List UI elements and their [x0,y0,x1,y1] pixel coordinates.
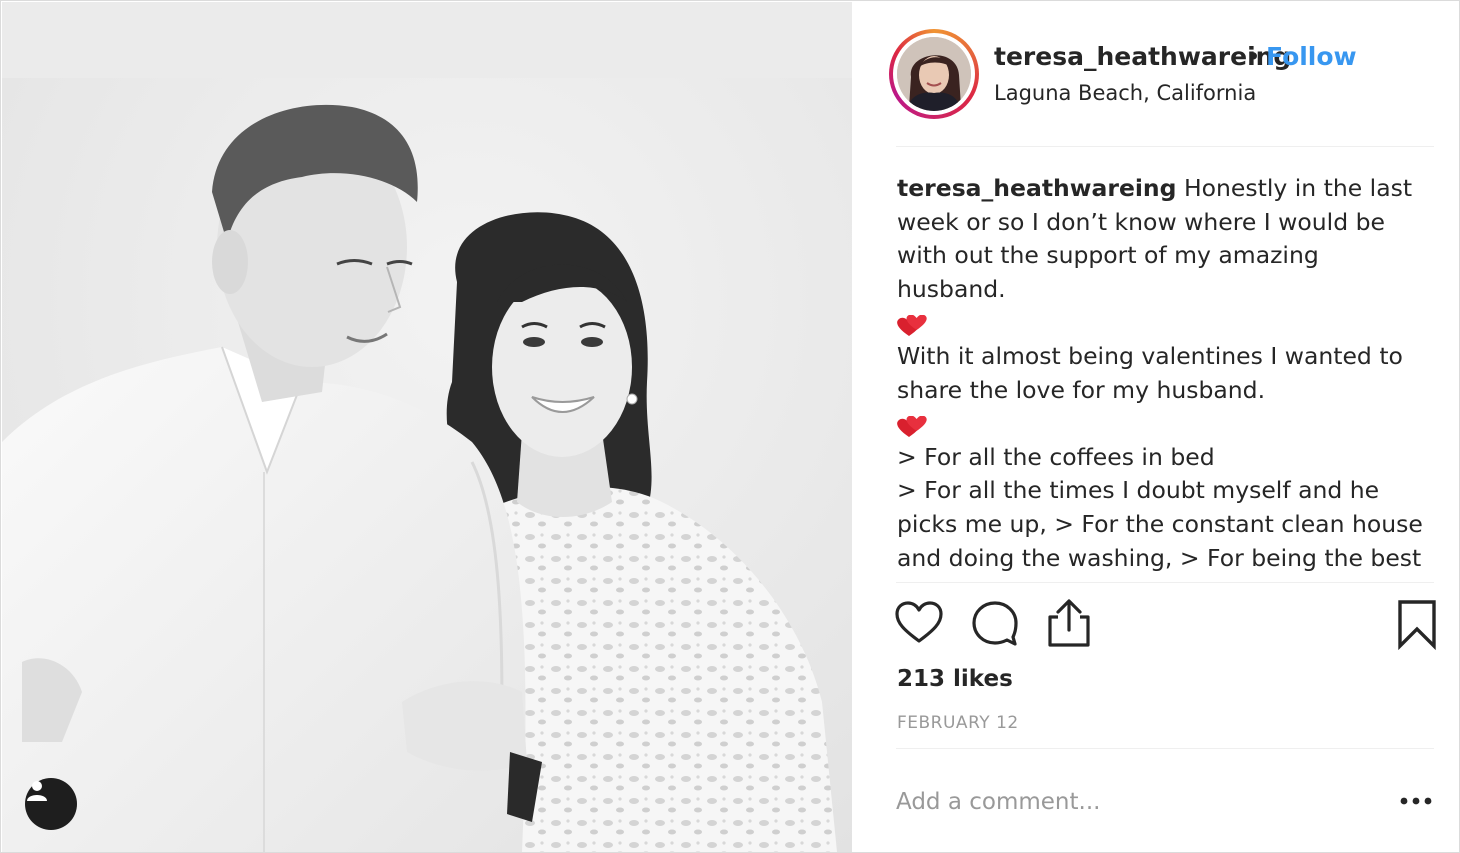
caption: teresa_heathwareing Honestly in the last… [897,172,1432,580]
two-hearts-icon [897,306,1432,340]
avatar-image [897,37,971,111]
post-date[interactable]: FEBRUARY 12 [897,713,1019,733]
like-button[interactable] [894,598,944,652]
heart-icon [895,601,943,643]
caption-line: husband. [897,274,1006,303]
location-link[interactable]: Laguna Beach, California [994,81,1256,105]
save-button[interactable] [1392,598,1442,652]
likes-count[interactable]: 213 likes [897,666,1013,692]
post-header: teresa_heathwareing • Follow Laguna Beac… [852,2,1459,147]
caption-line: and doing the washing, > For being the b… [897,543,1422,572]
caption-username[interactable]: teresa_heathwareing [897,174,1177,202]
share-icon [1048,599,1090,647]
more-options-icon [1400,797,1432,805]
avatar[interactable] [889,29,979,119]
caption-text: Honestly in the last [1176,174,1413,202]
caption-line: picks me up, > For the constant clean ho… [897,509,1423,538]
action-bar [852,598,1459,658]
more-options-button[interactable] [1396,786,1436,816]
follow-button[interactable]: Follow [1266,42,1357,71]
caption-line: With it almost being valentines I wanted… [897,341,1403,370]
profile-photo-icon [897,37,971,111]
post-photo[interactable] [2,2,852,852]
user-tag-button[interactable] [25,778,77,830]
caption-line: with out the support of my amazing [897,241,1319,270]
caption-line: > For all the times I doubt myself and h… [897,476,1380,505]
header-divider [896,146,1434,147]
comment-box [896,770,1434,836]
caption-line: > For all the coffees in bed [897,442,1215,471]
post-side-panel: teresa_heathwareing • Follow Laguna Beac… [852,2,1459,852]
avatar-frame [893,33,975,115]
user-tag-icon [27,781,47,801]
couple-photo-illustration [2,2,852,852]
comment-divider [896,748,1434,749]
comment-button[interactable] [970,598,1020,652]
share-button[interactable] [1044,598,1094,652]
instagram-post: teresa_heathwareing • Follow Laguna Beac… [0,0,1460,853]
separator-dot: • [1246,42,1261,71]
two-hearts-icon [897,407,1432,441]
caption-line: week or so I don’t know where I would be [897,207,1385,236]
caption-line: teresa_heathwareing Honestly in the last [897,172,1432,206]
comment-icon [972,601,1018,646]
caption-divider [896,582,1434,583]
bookmark-icon [1398,600,1436,651]
comment-input[interactable] [896,784,1356,820]
caption-line: share the love for my husband. [897,375,1266,404]
